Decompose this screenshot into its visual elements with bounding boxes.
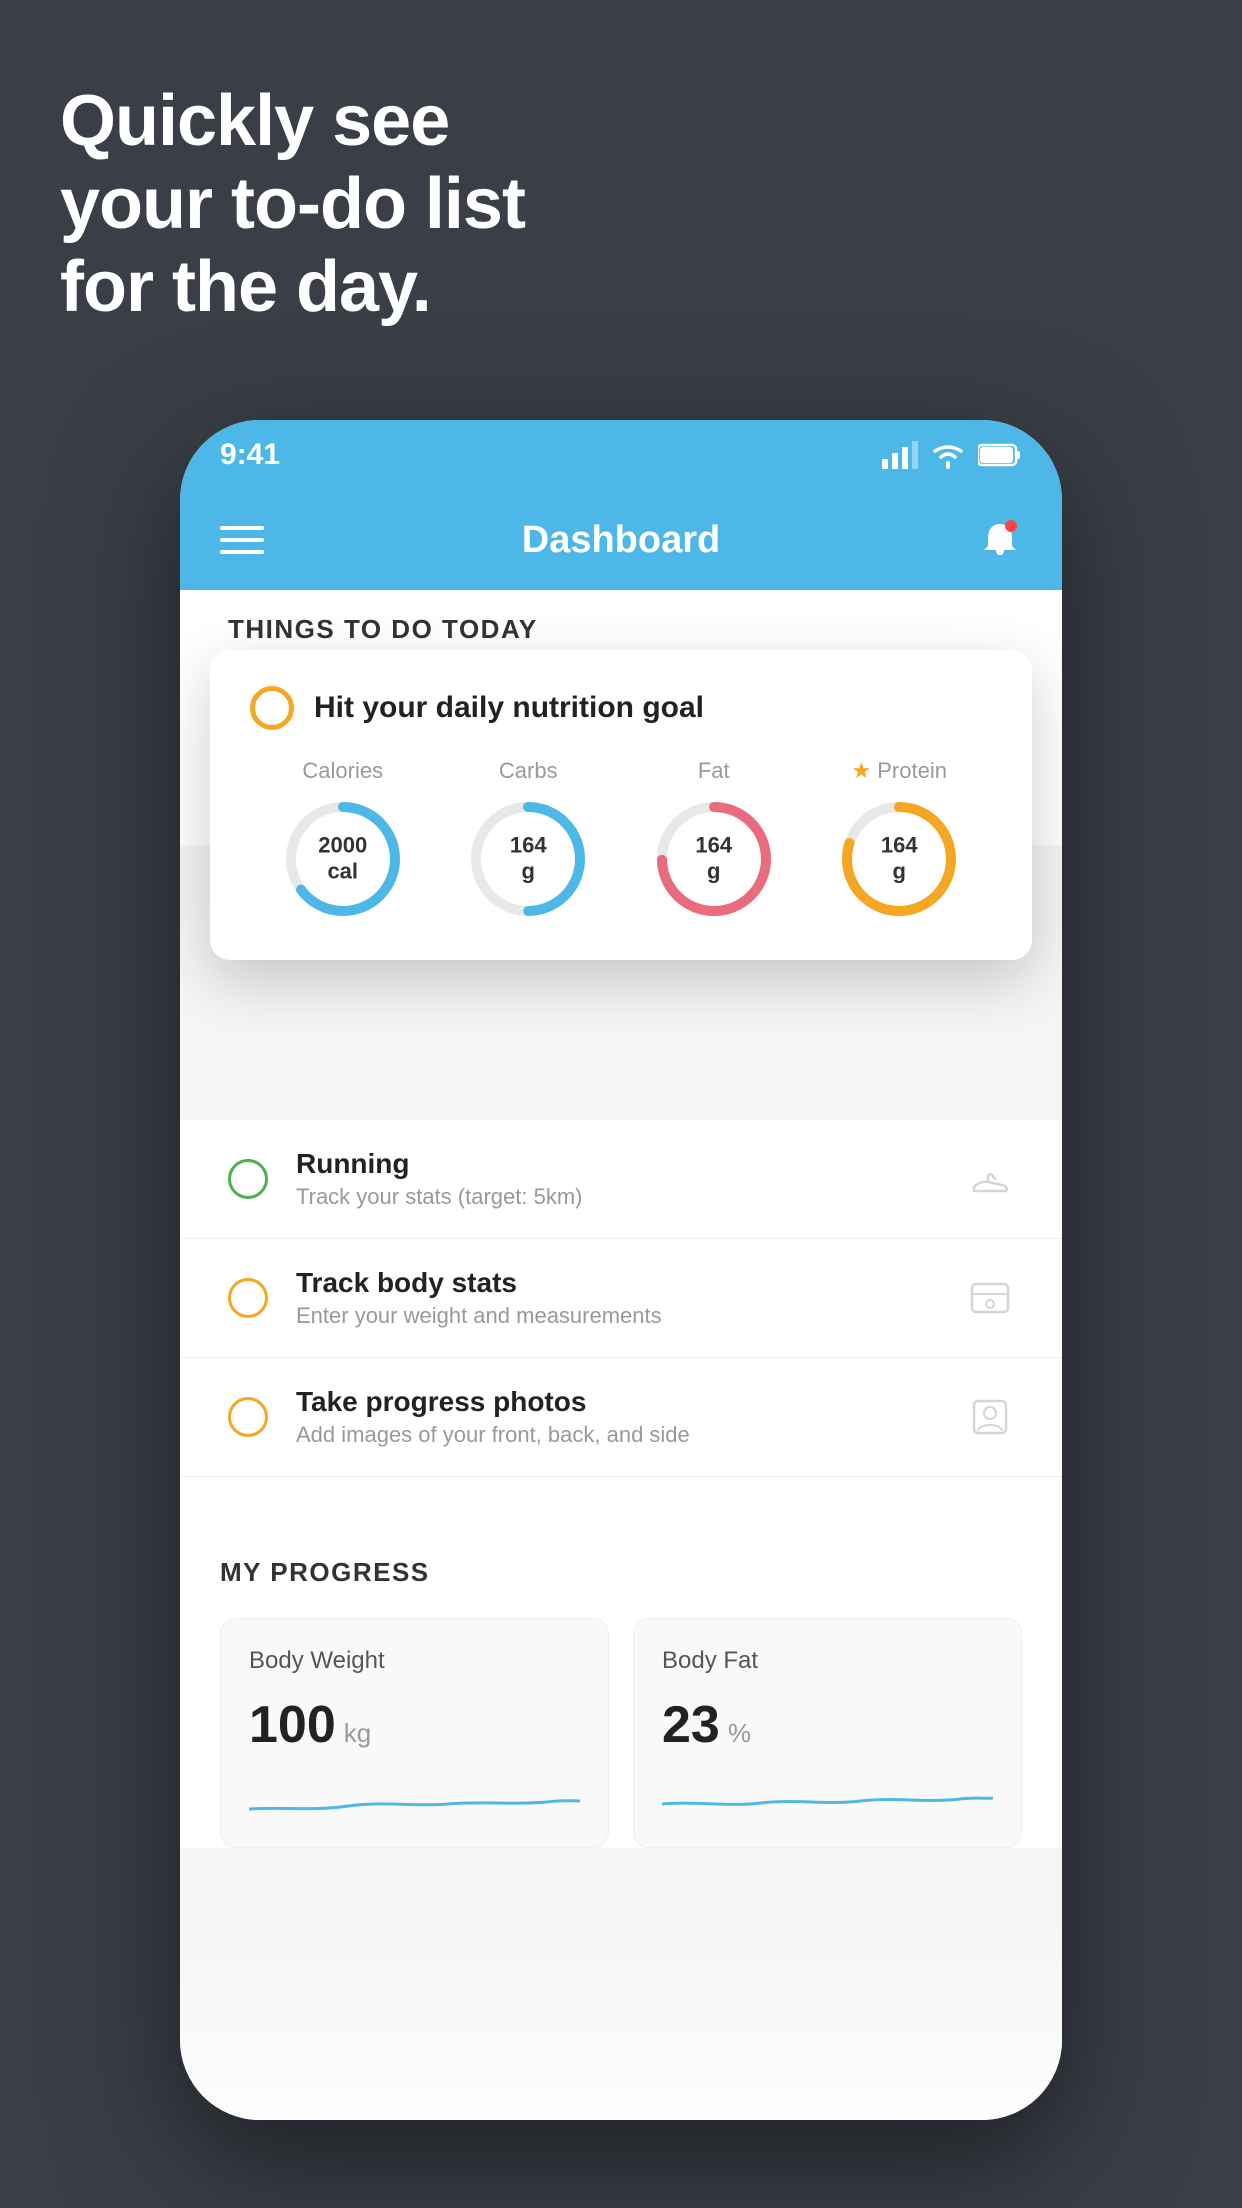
body-fat-unit: %	[728, 1718, 751, 1749]
todo-list: Running Track your stats (target: 5km) T…	[180, 1120, 1062, 1848]
photos-name: Take progress photos	[296, 1386, 938, 1418]
carbs-label: Carbs	[499, 758, 558, 784]
body-weight-unit: kg	[344, 1718, 371, 1749]
body-weight-chart	[249, 1779, 580, 1819]
photos-circle	[228, 1397, 268, 1437]
body-stats-info: Track body stats Enter your weight and m…	[296, 1267, 938, 1329]
body-fat-value: 23 %	[662, 1695, 993, 1755]
body-stats-name: Track body stats	[296, 1267, 938, 1299]
progress-cards: Body Weight 100 kg Body Fat	[220, 1618, 1022, 1848]
fat-stat: Fat 164g	[649, 758, 779, 924]
signal-icon	[882, 441, 918, 469]
nutrition-header: Hit your daily nutrition goal	[250, 686, 992, 730]
hamburger-menu[interactable]	[220, 526, 264, 554]
carbs-stat: Carbs 164g	[463, 758, 593, 924]
fat-label: Fat	[698, 758, 730, 784]
todo-item-body-stats[interactable]: Track body stats Enter your weight and m…	[180, 1239, 1062, 1358]
nutrition-title: Hit your daily nutrition goal	[314, 691, 704, 725]
nav-bar: Dashboard	[180, 490, 1062, 590]
photos-info: Take progress photos Add images of your …	[296, 1386, 938, 1448]
hero-line1: Quickly see	[60, 80, 525, 163]
protein-ring: 164g	[834, 794, 964, 924]
person-icon	[966, 1393, 1014, 1441]
body-weight-title: Body Weight	[249, 1647, 580, 1675]
status-bar: 9:41	[180, 420, 1062, 490]
body-stats-circle	[228, 1278, 268, 1318]
protein-label: ★ Protein	[852, 758, 947, 784]
shoe-icon	[966, 1155, 1014, 1203]
bottom-fade	[180, 1920, 1062, 2120]
protein-value: 164g	[881, 833, 918, 886]
body-weight-card[interactable]: Body Weight 100 kg	[220, 1618, 609, 1848]
nutrition-card: Hit your daily nutrition goal Calories 2…	[210, 650, 1032, 960]
phone-mockup: 9:41 D	[180, 420, 1062, 2120]
hero-line3: for the day.	[60, 246, 525, 329]
body-fat-chart	[662, 1779, 993, 1819]
body-weight-num: 100	[249, 1695, 336, 1755]
calories-label: Calories	[302, 758, 383, 784]
carbs-value: 164g	[510, 833, 547, 886]
status-icons	[882, 441, 1022, 469]
notification-bell-icon[interactable]	[978, 518, 1022, 562]
progress-section: MY PROGRESS Body Weight 100 kg	[180, 1517, 1062, 1848]
progress-section-label: MY PROGRESS	[220, 1557, 1022, 1588]
calories-value: 2000cal	[318, 833, 367, 886]
carbs-ring: 164g	[463, 794, 593, 924]
star-icon: ★	[852, 758, 872, 784]
hero-text: Quickly see your to-do list for the day.	[60, 80, 525, 328]
things-section-label: THINGS TO DO TODAY	[228, 614, 1014, 645]
body-weight-value: 100 kg	[249, 1695, 580, 1755]
running-info: Running Track your stats (target: 5km)	[296, 1148, 938, 1210]
running-circle	[228, 1159, 268, 1199]
todo-item-running[interactable]: Running Track your stats (target: 5km)	[180, 1120, 1062, 1239]
running-name: Running	[296, 1148, 938, 1180]
time: 9:41	[220, 438, 280, 472]
todo-item-progress-photos[interactable]: Take progress photos Add images of your …	[180, 1358, 1062, 1477]
wifi-icon	[930, 441, 966, 469]
photos-desc: Add images of your front, back, and side	[296, 1422, 938, 1448]
calories-stat: Calories 2000cal	[278, 758, 408, 924]
protein-stat: ★ Protein 164g	[834, 758, 964, 924]
content-area: THINGS TO DO TODAY Hit your daily nutrit…	[180, 590, 1062, 2120]
scale-icon	[966, 1274, 1014, 1322]
body-fat-title: Body Fat	[662, 1647, 993, 1675]
body-fat-num: 23	[662, 1695, 720, 1755]
calories-ring: 2000cal	[278, 794, 408, 924]
body-fat-card[interactable]: Body Fat 23 %	[633, 1618, 1022, 1848]
body-stats-desc: Enter your weight and measurements	[296, 1303, 938, 1329]
nutrition-stats: Calories 2000cal Carbs	[250, 758, 992, 924]
nav-title: Dashboard	[522, 519, 720, 562]
running-desc: Track your stats (target: 5km)	[296, 1184, 938, 1210]
fat-ring: 164g	[649, 794, 779, 924]
hero-line2: your to-do list	[60, 163, 525, 246]
nutrition-check-circle[interactable]	[250, 686, 294, 730]
battery-icon	[978, 443, 1022, 467]
fat-value: 164g	[695, 833, 732, 886]
